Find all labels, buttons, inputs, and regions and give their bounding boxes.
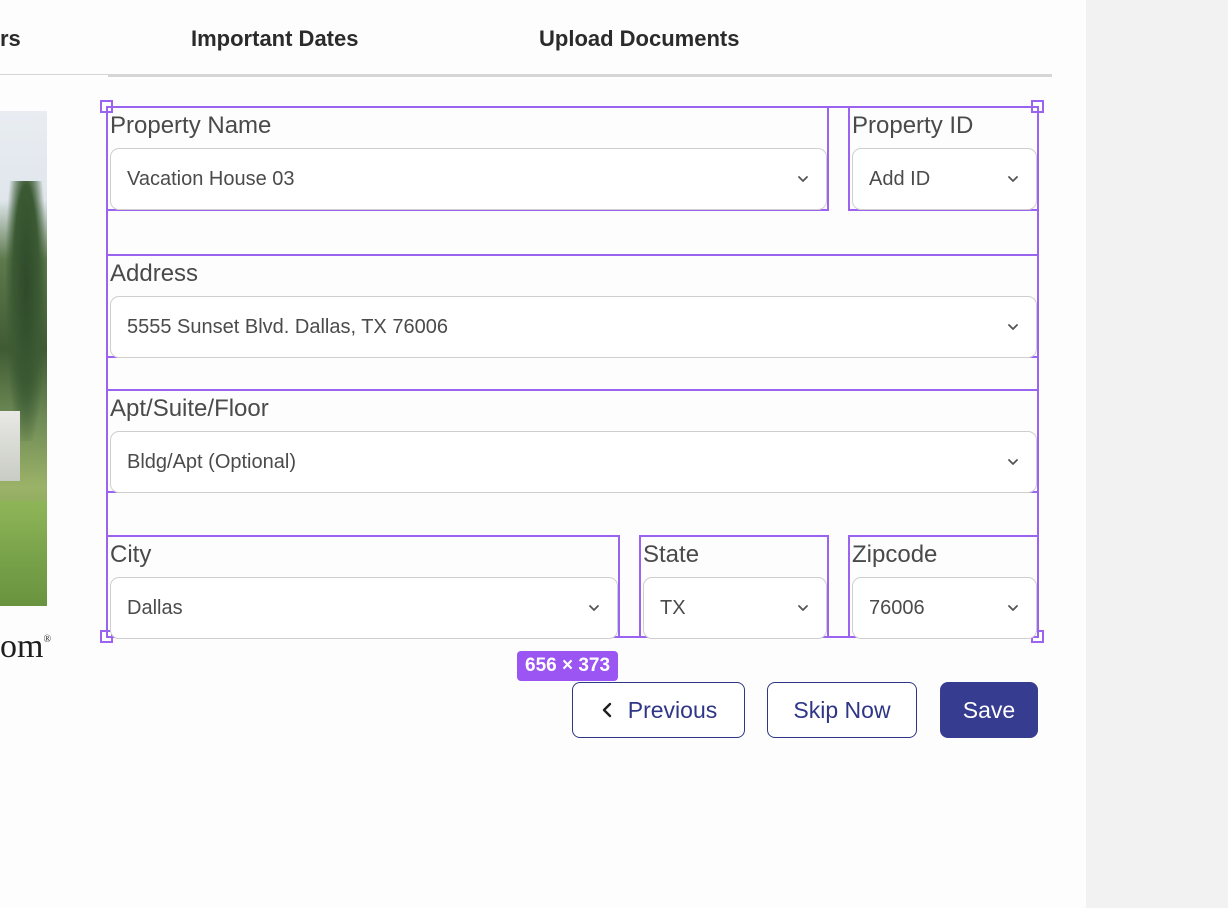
zipcode-select[interactable]: 76006 xyxy=(852,577,1037,639)
apt-suite-floor-label: Apt/Suite/Floor xyxy=(110,395,269,422)
property-name-value: Vacation House 03 xyxy=(127,167,295,190)
chevron-left-icon xyxy=(600,701,614,719)
property-name-field: Property Name Vacation House 03 xyxy=(106,106,829,211)
state-field: State TX xyxy=(639,535,829,639)
tab-divider-left xyxy=(0,74,108,75)
city-select[interactable]: Dallas xyxy=(110,577,618,639)
chevron-down-icon xyxy=(796,601,810,615)
state-value: TX xyxy=(660,596,686,619)
property-id-value: Add ID xyxy=(869,167,931,190)
previous-button[interactable]: Previous xyxy=(572,682,745,738)
address-label: Address xyxy=(110,260,199,287)
zipcode-label: Zipcode xyxy=(852,541,938,568)
page: rs Important Dates Upload Documents om® … xyxy=(0,0,1228,908)
apt-suite-floor-select[interactable]: Bldg/Apt (Optional) xyxy=(110,431,1037,493)
chevron-down-icon xyxy=(1006,601,1020,615)
tab-upload-documents[interactable]: Upload Documents xyxy=(539,26,739,52)
save-button-label: Save xyxy=(962,696,1016,723)
zipcode-field: Zipcode 76006 xyxy=(848,535,1039,639)
chevron-down-icon xyxy=(587,601,601,615)
tab-important-dates[interactable]: Important Dates xyxy=(191,26,358,52)
brand-logo-text: om xyxy=(0,628,44,665)
property-photo-tree xyxy=(6,181,46,441)
property-id-select[interactable]: Add ID xyxy=(852,148,1037,210)
apt-suite-floor-field: Apt/Suite/Floor Bldg/Apt (Optional) xyxy=(106,389,1039,493)
chevron-down-icon xyxy=(1006,172,1020,186)
property-photo-lawn xyxy=(0,501,47,606)
save-button[interactable]: Save xyxy=(940,682,1038,738)
zipcode-value: 76006 xyxy=(869,596,925,619)
property-id-label: Property ID xyxy=(852,112,974,139)
property-id-field: Property ID Add ID xyxy=(848,106,1039,211)
registered-mark: ® xyxy=(43,634,52,645)
property-photo xyxy=(0,111,47,606)
property-name-select[interactable]: Vacation House 03 xyxy=(110,148,827,210)
city-label: City xyxy=(110,541,152,568)
address-field: Address 5555 Sunset Blvd. Dallas, TX 760… xyxy=(106,254,1039,358)
tab-divider xyxy=(108,74,1052,77)
state-select[interactable]: TX xyxy=(643,577,827,639)
skip-now-button-label: Skip Now xyxy=(793,696,891,723)
city-value: Dallas xyxy=(127,596,183,619)
address-value: 5555 Sunset Blvd. Dallas, TX 76006 xyxy=(127,315,448,338)
brand-logo-fragment: om® xyxy=(0,628,51,666)
city-field: City Dallas xyxy=(106,535,620,639)
selection-size-badge: 656 × 373 xyxy=(517,651,619,681)
apt-suite-floor-value: Bldg/Apt (Optional) xyxy=(127,450,296,473)
previous-button-label: Previous xyxy=(627,696,718,723)
state-label: State xyxy=(643,541,700,568)
chevron-down-icon xyxy=(1006,455,1020,469)
tab-partial[interactable]: rs xyxy=(0,26,21,52)
skip-now-button[interactable]: Skip Now xyxy=(767,682,917,738)
address-select[interactable]: 5555 Sunset Blvd. Dallas, TX 76006 xyxy=(110,296,1037,358)
property-photo-house xyxy=(0,411,20,481)
right-side-panel xyxy=(1086,0,1228,908)
property-name-label: Property Name xyxy=(110,112,272,139)
chevron-down-icon xyxy=(1006,320,1020,334)
chevron-down-icon xyxy=(796,172,810,186)
